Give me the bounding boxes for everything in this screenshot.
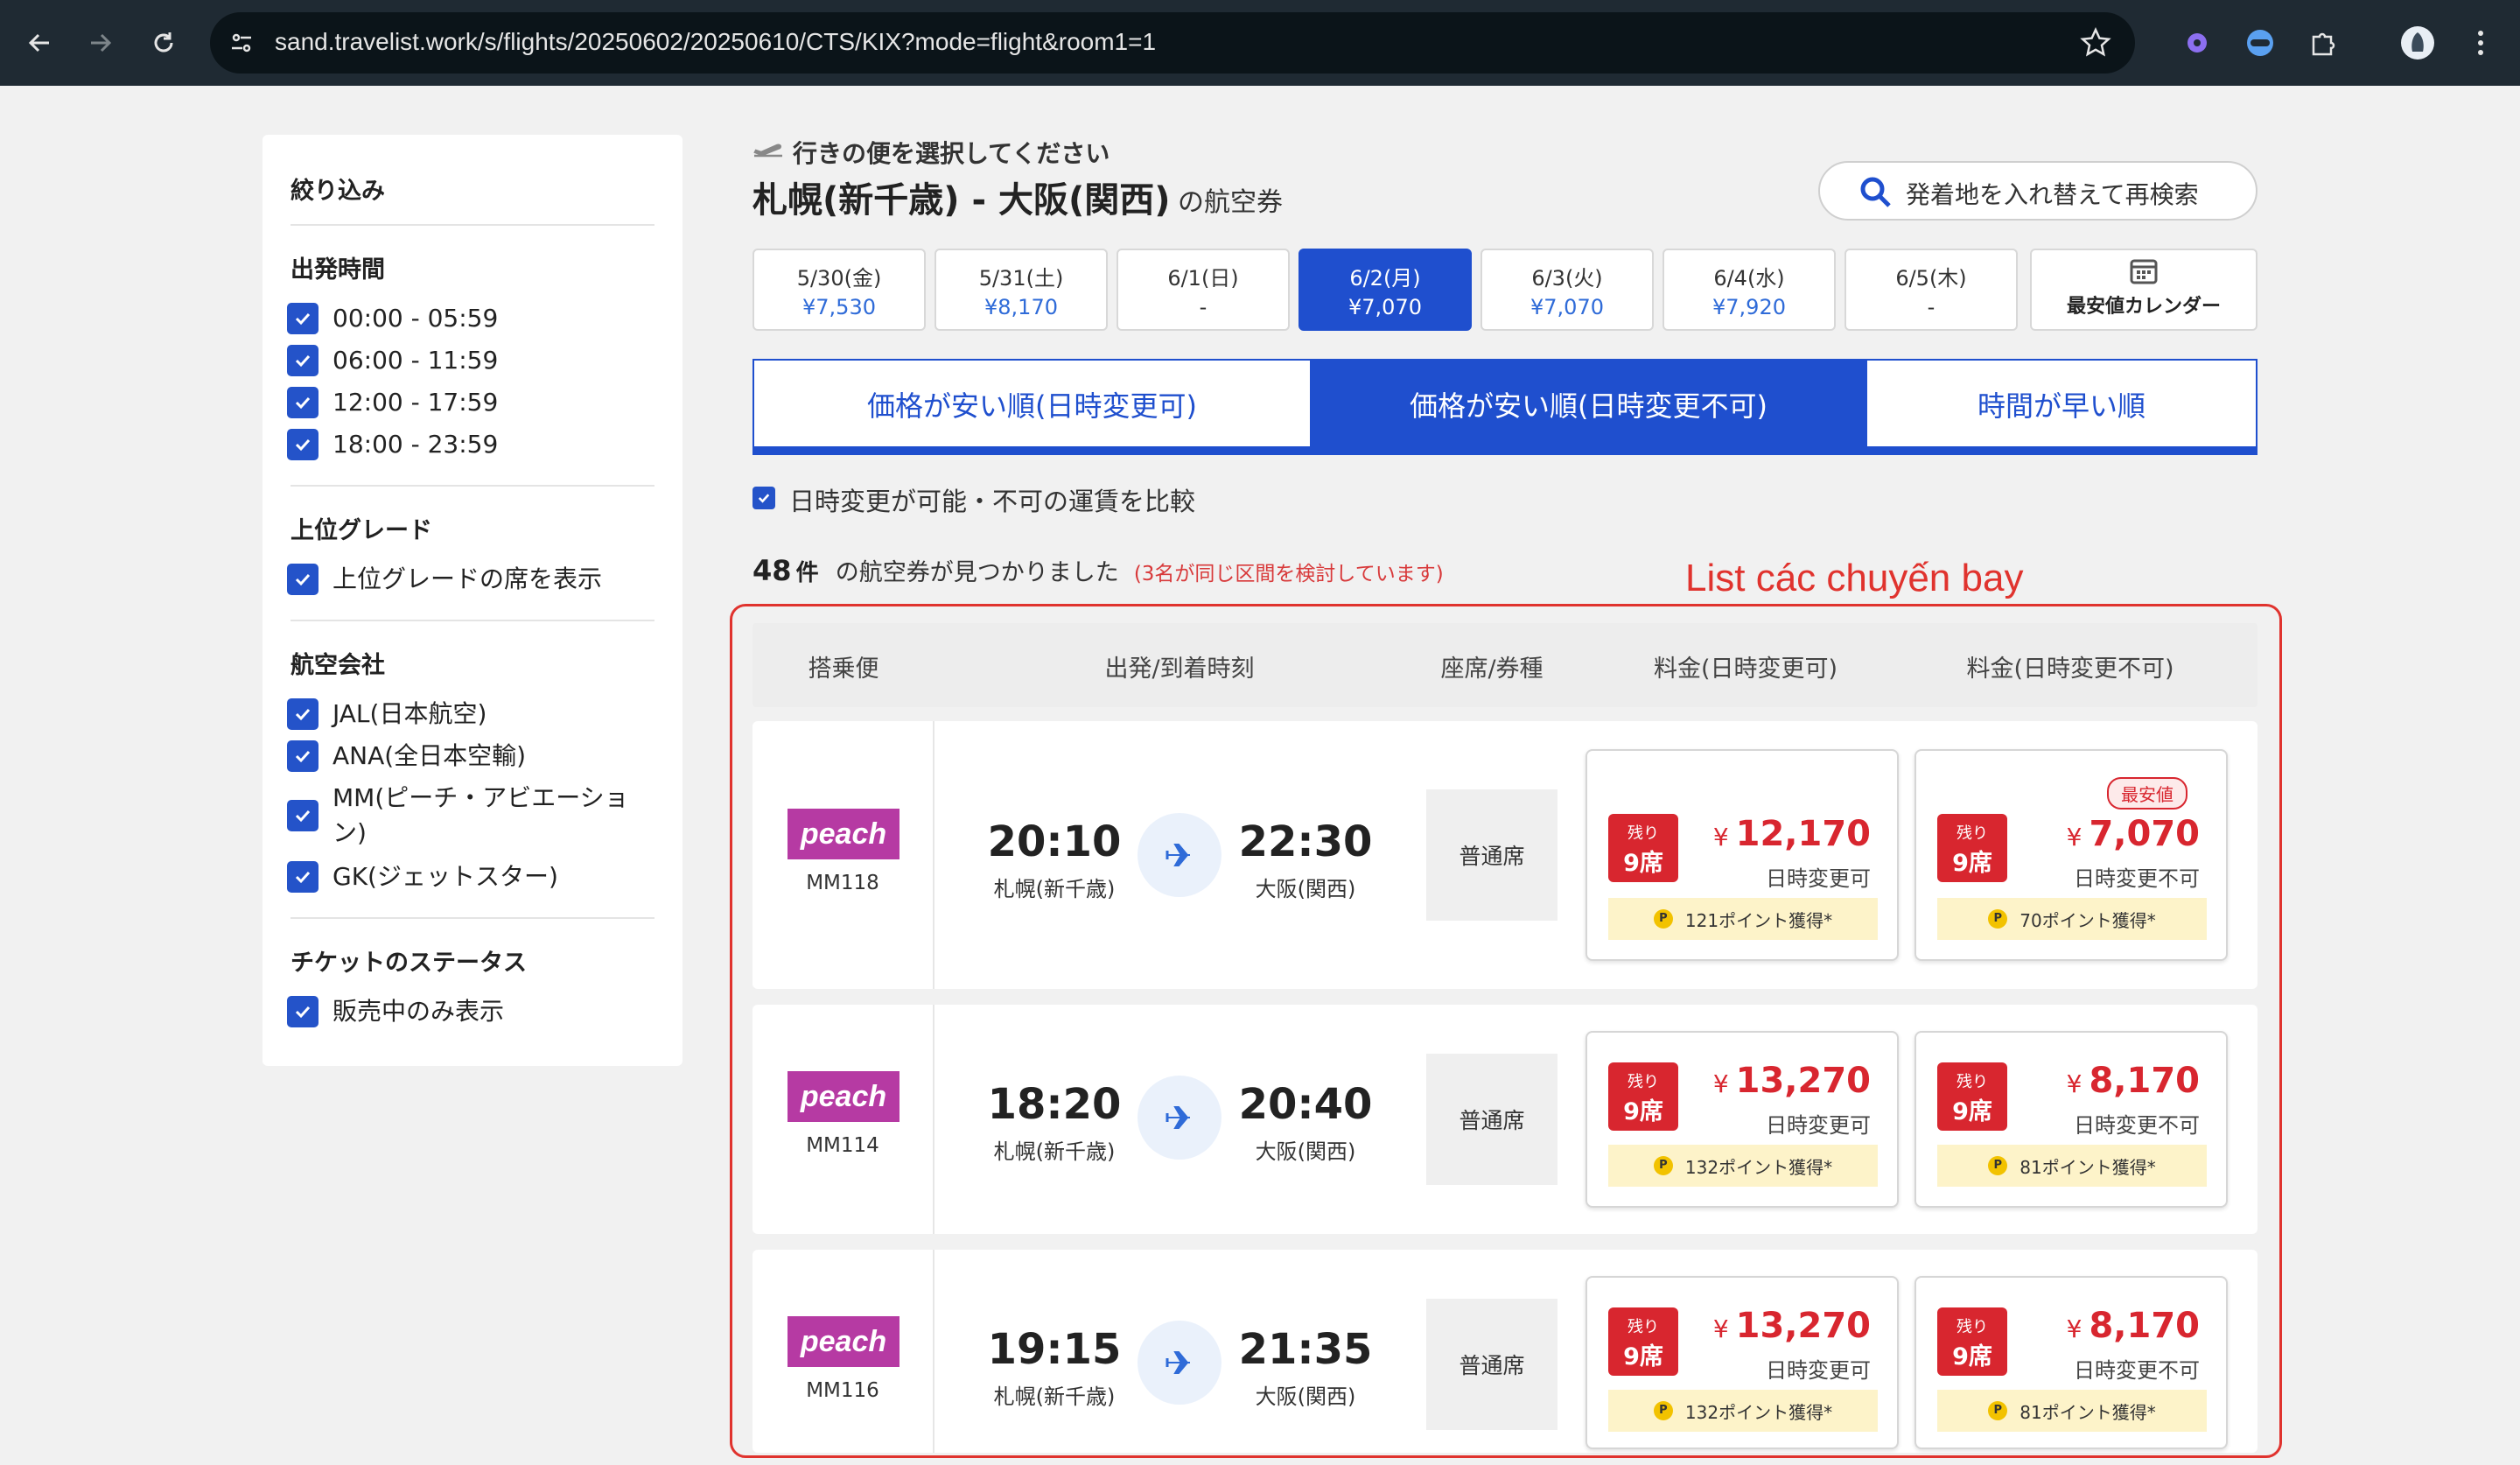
checkbox-time-1[interactable] <box>287 345 318 376</box>
tab-price-changeable[interactable]: 価格が安い順(日時変更可) <box>754 361 1310 448</box>
search-icon <box>1860 177 1891 207</box>
page-title: 札幌(新千歳) - 大阪(関西) <box>752 180 1171 221</box>
checkbox-upper-grade[interactable] <box>287 564 318 595</box>
cheapest-calendar-button[interactable]: 最安値カレンダー <box>2030 249 2258 331</box>
checkbox-label: MM(ピーチ・アビエーション) <box>332 783 629 847</box>
checkbox-time-0[interactable] <box>287 303 318 334</box>
checkbox-airline-gk[interactable] <box>287 861 318 893</box>
date-label: 6/5(木) <box>1895 266 1967 291</box>
checkbox-label: 販売中のみ表示 <box>332 997 505 1026</box>
divider <box>290 620 654 621</box>
site-info-icon[interactable] <box>226 27 257 59</box>
section-title-airline: 航空会社 <box>290 652 385 679</box>
result-count: 48 件 の航空券が見つかりました (3名が同じ区間を検討しています) <box>752 553 1444 587</box>
date-price: ¥7,070 <box>1530 295 1604 319</box>
url-text: sand.travelist.work/s/flights/20250602/2… <box>275 28 1157 55</box>
date-option[interactable]: 6/1(日) - <box>1116 249 1290 331</box>
compare-fares-label: 日時変更が可能・不可の運賃を比較 <box>789 487 1196 516</box>
checkbox-on-sale[interactable] <box>287 996 318 1027</box>
result-viewers-notice: (3名が同じ区間を検討しています) <box>1133 563 1444 585</box>
calendar-label: 最安値カレンダー <box>2066 296 2221 318</box>
section-title-departure-time: 出発時間 <box>290 256 385 284</box>
checkbox-label: GK(ジェットスター) <box>332 862 558 891</box>
checkbox-label: 00:00 - 05:59 <box>332 304 499 333</box>
departure-plane-icon <box>753 144 782 158</box>
date-price: - <box>1927 295 1936 319</box>
tab-earliest-time[interactable]: 時間が早い順 <box>1867 361 2256 448</box>
date-option[interactable]: 6/3(火) ¥7,070 <box>1480 249 1654 331</box>
browser-toolbar: sand.travelist.work/s/flights/20250602/2… <box>0 0 2520 86</box>
sort-tabs: 価格が安い順(日時変更可) 価格が安い順(日時変更不可) 時間が早い順 <box>752 359 2258 455</box>
filter-title: 絞り込み <box>290 178 385 205</box>
date-price: - <box>1199 295 1208 319</box>
checkbox-airline-jal[interactable] <box>287 698 318 730</box>
date-option[interactable]: 5/30(金) ¥7,530 <box>752 249 926 331</box>
date-label: 5/31(土) <box>978 266 1064 291</box>
checkbox-label: JAL(日本航空) <box>332 699 487 728</box>
bookmark-star-icon[interactable] <box>2079 26 2112 60</box>
date-price: ¥7,920 <box>1712 295 1786 319</box>
extension-gear-icon[interactable] <box>2179 25 2216 61</box>
date-option[interactable]: 6/5(木) - <box>1844 249 2018 331</box>
checkbox-label: 上位グレードの席を表示 <box>332 564 603 593</box>
section-title-upper-grade: 上位グレード <box>290 517 432 544</box>
menu-kebab-icon[interactable] <box>2462 25 2499 61</box>
back-icon[interactable] <box>19 23 60 63</box>
date-label: 6/1(日) <box>1167 266 1239 291</box>
date-option-selected[interactable]: 6/2(月) ¥7,070 <box>1298 249 1472 331</box>
swap-search-button[interactable]: 発着地を入れ替えて再検索 <box>1818 161 2258 221</box>
divider <box>290 917 654 919</box>
calendar-icon <box>2130 259 2158 284</box>
checkbox-time-2[interactable] <box>287 387 318 418</box>
section-title-ticket-status: チケットのステータス <box>290 950 527 977</box>
checkbox-label: 12:00 - 17:59 <box>332 388 499 417</box>
profile-avatar-icon[interactable] <box>2399 25 2436 61</box>
date-label: 6/3(火) <box>1531 266 1603 291</box>
date-price: ¥7,530 <box>802 295 876 319</box>
checkbox-label: 06:00 - 11:59 <box>332 346 499 375</box>
annotation-label: List các chuyến bay <box>1685 557 2024 599</box>
date-price: ¥8,170 <box>984 295 1058 319</box>
result-count-unit: 件 <box>795 560 819 586</box>
result-count-number: 48 <box>752 554 792 587</box>
tab-price-non-changeable[interactable]: 価格が安い順(日時変更不可) <box>1310 361 1867 448</box>
extension-mask-icon[interactable] <box>2242 25 2278 61</box>
date-option[interactable]: 6/4(水) ¥7,920 <box>1662 249 1836 331</box>
checkbox-label: ANA(全日本空輸) <box>332 741 527 770</box>
tabs-underline <box>754 446 2256 453</box>
checkbox-time-3[interactable] <box>287 429 318 460</box>
page-title-suffix: の航空券 <box>1178 187 1283 218</box>
compare-fares-checkbox[interactable] <box>752 487 775 509</box>
address-bar[interactable]: sand.travelist.work/s/flights/20250602/2… <box>210 12 2135 74</box>
date-price: ¥7,070 <box>1348 295 1422 319</box>
divider <box>290 485 654 487</box>
checkbox-airline-mm[interactable] <box>287 800 318 831</box>
filter-sidebar: 絞り込み 出発時間 00:00 - 05:59 06:00 - 11:59 12… <box>262 135 682 1066</box>
result-count-text: の航空券が見つかりました <box>835 559 1119 586</box>
forward-icon[interactable] <box>80 23 121 63</box>
extensions-puzzle-icon[interactable] <box>2305 25 2342 61</box>
page-subtitle: 行きの便を選択してください <box>793 139 1110 168</box>
date-label: 6/4(水) <box>1713 266 1785 291</box>
swap-search-label: 発着地を入れ替えて再検索 <box>1906 180 2199 209</box>
checkbox-label: 18:00 - 23:59 <box>332 430 499 459</box>
checkbox-airline-ana[interactable] <box>287 740 318 772</box>
divider <box>290 224 654 226</box>
reload-icon[interactable] <box>144 23 184 63</box>
annotation-box <box>730 604 2282 1458</box>
date-label: 5/30(金) <box>796 266 882 291</box>
date-option[interactable]: 5/31(土) ¥8,170 <box>934 249 1108 331</box>
date-strip: 5/30(金) ¥7,530 5/31(土) ¥8,170 6/1(日) - 6/2(… <box>752 249 2258 331</box>
date-label: 6/2(月) <box>1349 266 1421 291</box>
